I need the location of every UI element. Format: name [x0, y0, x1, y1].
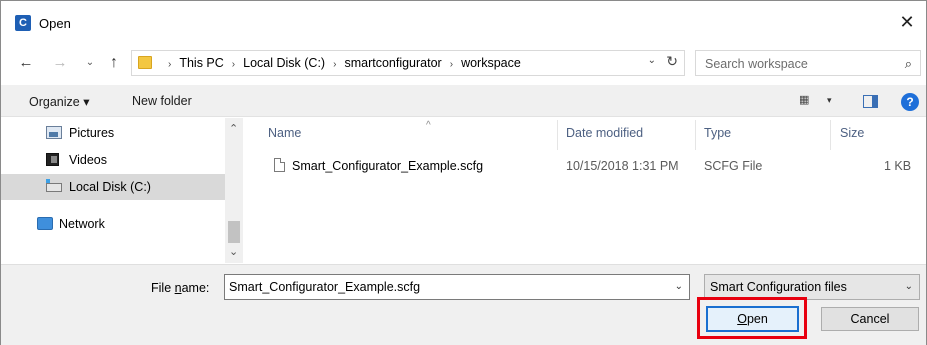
sidebar-item-label: Local Disk (C:)	[69, 180, 151, 194]
file-name-label-prefix: File	[151, 281, 175, 295]
sidebar-item-label: Pictures	[69, 126, 115, 140]
folder-icon	[138, 56, 152, 69]
preview-pane-icon[interactable]	[863, 95, 878, 108]
sort-ascending-icon: ^	[426, 120, 431, 131]
search-icon[interactable]: ⌕	[905, 56, 912, 72]
up-button[interactable]: ↑	[103, 52, 125, 74]
sidebar-item-label: Network	[59, 217, 105, 231]
back-button[interactable]: ←	[15, 52, 37, 74]
chevron-down-icon[interactable]: ⌄	[905, 281, 913, 292]
close-button[interactable]: ✕	[892, 9, 922, 35]
dialog-title: Open	[39, 16, 71, 31]
open-file-dialog: C Open ✕ ← → ⌄ ↑ › This PC › Local Disk (C:…	[0, 0, 927, 345]
file-icon	[274, 158, 285, 172]
network-icon	[37, 217, 53, 230]
videos-icon	[46, 153, 59, 166]
command-toolbar: Organize ▾ New folder ▦ ▾ ?	[1, 85, 926, 117]
open-button[interactable]: Open	[706, 306, 799, 332]
column-header-name[interactable]: Name ^	[268, 120, 431, 140]
navigation-pane: Pictures Videos Local Disk (C:) Network …	[1, 118, 243, 263]
column-header-size[interactable]: Size	[840, 126, 864, 140]
file-size: 1 KB	[884, 159, 912, 173]
forward-button[interactable]: →	[49, 52, 71, 74]
breadcrumb-separator[interactable]: ›	[450, 59, 453, 70]
open-button-label: pen	[746, 312, 768, 326]
file-name-label: File name:	[151, 281, 209, 295]
refresh-icon[interactable]: ↻	[666, 53, 678, 70]
file-list: Name ^ Date modified Type Size Smart_Con…	[244, 118, 926, 263]
column-header-type[interactable]: Type	[704, 126, 731, 140]
sidebar-item-network[interactable]: Network	[1, 211, 225, 237]
file-name: Smart_Configurator_Example.scfg	[292, 159, 484, 173]
view-options-dropdown-icon[interactable]: ▾	[827, 95, 832, 106]
navigation-pane-scrollbar[interactable]: ⌃ ⌄	[225, 118, 243, 263]
file-type-value: Smart Configuration files	[710, 280, 847, 294]
file-name-label-accelerator: n	[174, 281, 182, 295]
sidebar-item-pictures[interactable]: Pictures	[1, 120, 225, 146]
breadcrumb-separator: ›	[168, 59, 172, 70]
search-placeholder: Search workspace	[705, 57, 808, 71]
breadcrumb-smartconfigurator[interactable]: smartconfigurator	[344, 56, 441, 70]
new-folder-button[interactable]: New folder	[132, 94, 192, 108]
column-divider[interactable]	[695, 120, 696, 150]
file-name-combobox[interactable]: Smart_Configurator_Example.scfg ⌄	[224, 274, 690, 300]
navigation-bar: ← → ⌄ ↑ › This PC › Local Disk (C:) › smartco…	[1, 45, 926, 81]
dialog-footer: File name: Smart_Configurator_Example.sc…	[1, 264, 926, 345]
open-button-accelerator: O	[737, 312, 747, 326]
app-icon: C	[15, 15, 31, 31]
file-date-modified: 10/15/2018 1:31 PM	[566, 159, 679, 173]
breadcrumb-separator[interactable]: ›	[333, 59, 336, 70]
scroll-down-icon[interactable]: ⌄	[229, 245, 238, 258]
breadcrumb-local-disk[interactable]: Local Disk (C:)	[243, 56, 325, 70]
sidebar-item-local-disk[interactable]: Local Disk (C:)	[1, 174, 225, 200]
scroll-up-icon[interactable]: ⌃	[229, 122, 238, 135]
address-history-dropdown-icon[interactable]: ⌄	[648, 55, 656, 66]
column-divider[interactable]	[830, 120, 831, 150]
pictures-icon	[46, 126, 62, 139]
breadcrumb-this-pc[interactable]: This PC	[179, 56, 223, 70]
chevron-down-icon[interactable]: ⌄	[675, 281, 683, 292]
file-name-label-suffix: ame:	[181, 281, 210, 295]
file-name-field[interactable]: Smart_Configurator_Example.scfg	[229, 280, 420, 294]
organize-button[interactable]: Organize ▾	[29, 94, 89, 109]
recent-locations-button[interactable]: ⌄	[79, 52, 101, 74]
column-header-name-label: Name	[268, 126, 302, 140]
address-bar[interactable]: › This PC › Local Disk (C:) › smartconfigurat…	[131, 50, 685, 76]
cancel-button[interactable]: Cancel	[821, 307, 919, 331]
search-input[interactable]: Search workspace ⌕	[695, 50, 921, 76]
title-bar: C Open ✕	[1, 1, 926, 43]
sidebar-item-label: Videos	[69, 153, 107, 167]
help-icon[interactable]: ?	[901, 93, 919, 111]
sidebar-item-videos[interactable]: Videos	[1, 147, 225, 173]
file-type: SCFG File	[704, 159, 763, 173]
column-divider[interactable]	[557, 120, 558, 150]
scrollbar-thumb[interactable]	[228, 221, 240, 243]
file-row[interactable]: Smart_Configurator_Example.scfg 10/15/20…	[244, 152, 924, 178]
breadcrumb-separator[interactable]: ›	[232, 59, 235, 70]
view-options-icon[interactable]: ▦	[799, 93, 809, 106]
local-disk-icon	[46, 179, 62, 192]
column-header-date[interactable]: Date modified	[566, 126, 643, 140]
breadcrumb: › This PC › Local Disk (C:) › smartconfigurat…	[160, 56, 521, 70]
breadcrumb-workspace[interactable]: workspace	[461, 56, 521, 70]
